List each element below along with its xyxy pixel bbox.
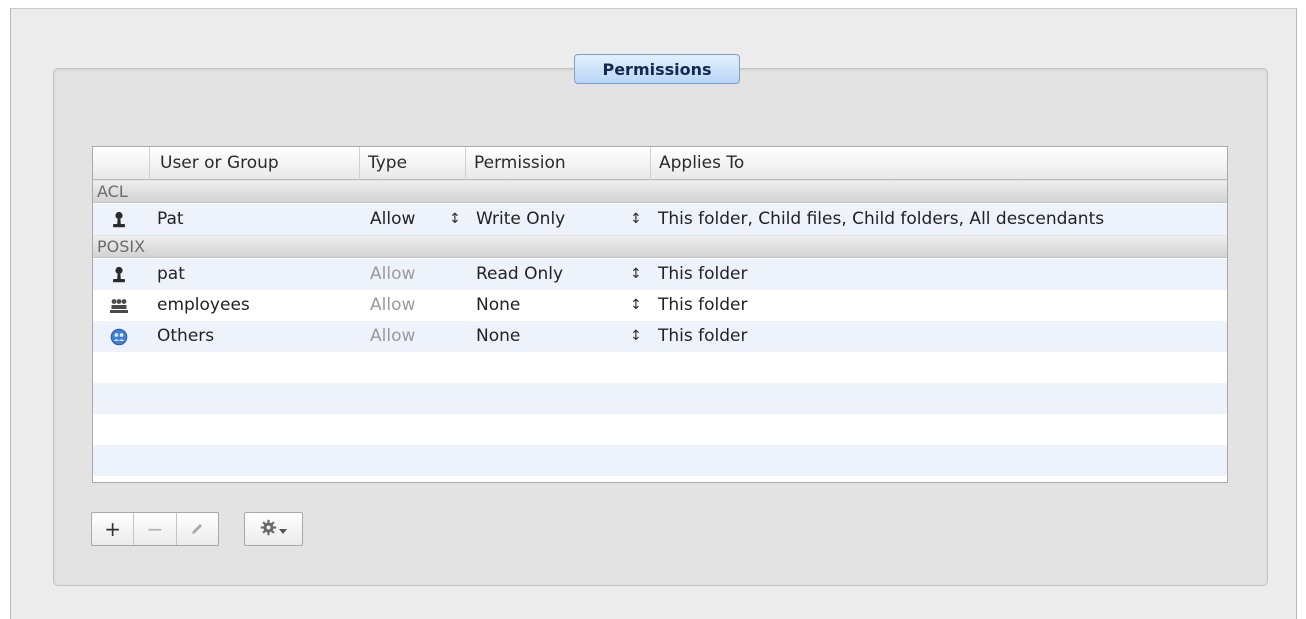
gear-icon	[260, 519, 277, 540]
permission-stepper-arrows-icon[interactable]: ↕	[630, 259, 642, 290]
single-user-icon	[107, 259, 131, 290]
edit-entry-button[interactable]	[175, 513, 218, 545]
applies-to-value: This folder	[658, 264, 748, 284]
pencil-icon	[190, 517, 204, 541]
section-acl: ACL	[93, 180, 1227, 203]
table-row[interactable]: Others Allow None ↕ This folder	[93, 321, 1227, 352]
add-entry-button[interactable]: +	[92, 513, 133, 545]
remove-entry-button[interactable]: −	[133, 513, 175, 545]
type-select[interactable]: Allow	[370, 204, 415, 235]
row-actions-button-group: + −	[91, 512, 219, 546]
column-header-permission[interactable]: Permission	[465, 147, 650, 180]
column-header-type[interactable]: Type	[359, 147, 465, 180]
permission-select[interactable]: Read Only	[476, 259, 563, 290]
applies-to-value[interactable]: This folder, Child files, Child folders,…	[658, 204, 1104, 235]
action-menu-button[interactable]	[244, 512, 303, 546]
permissions-window: Permissions User or Group Type Permissio…	[10, 8, 1297, 619]
table-header: User or Group Type Permission Applies To	[93, 147, 1227, 180]
type-value: Allow	[370, 295, 416, 315]
user-or-group-value: employees	[157, 295, 250, 315]
single-user-icon	[107, 204, 131, 235]
applies-to-value: This folder	[658, 326, 748, 346]
column-header-applies-to[interactable]: Applies To	[650, 147, 1227, 180]
chevron-down-icon	[279, 520, 287, 539]
empty-row	[93, 383, 1227, 414]
user-or-group-value: Pat	[157, 209, 184, 229]
column-header-icon[interactable]	[93, 147, 149, 180]
permission-stepper-arrows-icon[interactable]: ↕	[630, 204, 642, 235]
table-row[interactable]: Pat Allow ↕ Write Only ↕ This folder, Ch…	[93, 204, 1227, 235]
table-row[interactable]: pat Allow Read Only ↕ This folder	[93, 259, 1227, 290]
permission-select[interactable]: None	[476, 321, 520, 352]
permission-select[interactable]: None	[476, 290, 520, 321]
permission-stepper-arrows-icon[interactable]: ↕	[630, 321, 642, 352]
permissions-table[interactable]: User or Group Type Permission Applies To…	[92, 146, 1228, 483]
permission-select[interactable]: Write Only	[476, 204, 565, 235]
empty-row	[93, 445, 1227, 476]
type-value: Allow	[370, 326, 416, 346]
everyone-globe-icon	[107, 321, 131, 352]
empty-row	[93, 414, 1227, 445]
table-row[interactable]: employees Allow None ↕ This folder	[93, 290, 1227, 321]
applies-to-value: This folder	[658, 295, 748, 315]
permission-stepper-arrows-icon[interactable]: ↕	[630, 290, 642, 321]
user-or-group-value: Others	[157, 326, 215, 346]
section-posix: POSIX	[93, 235, 1227, 258]
tab-permissions[interactable]: Permissions	[574, 54, 740, 84]
type-stepper-arrows-icon[interactable]: ↕	[449, 204, 461, 235]
user-or-group-value: pat	[157, 264, 185, 284]
group-users-icon	[107, 290, 131, 321]
type-value: Allow	[370, 264, 416, 284]
column-header-user-or-group[interactable]: User or Group	[149, 147, 359, 180]
empty-row	[93, 352, 1227, 383]
